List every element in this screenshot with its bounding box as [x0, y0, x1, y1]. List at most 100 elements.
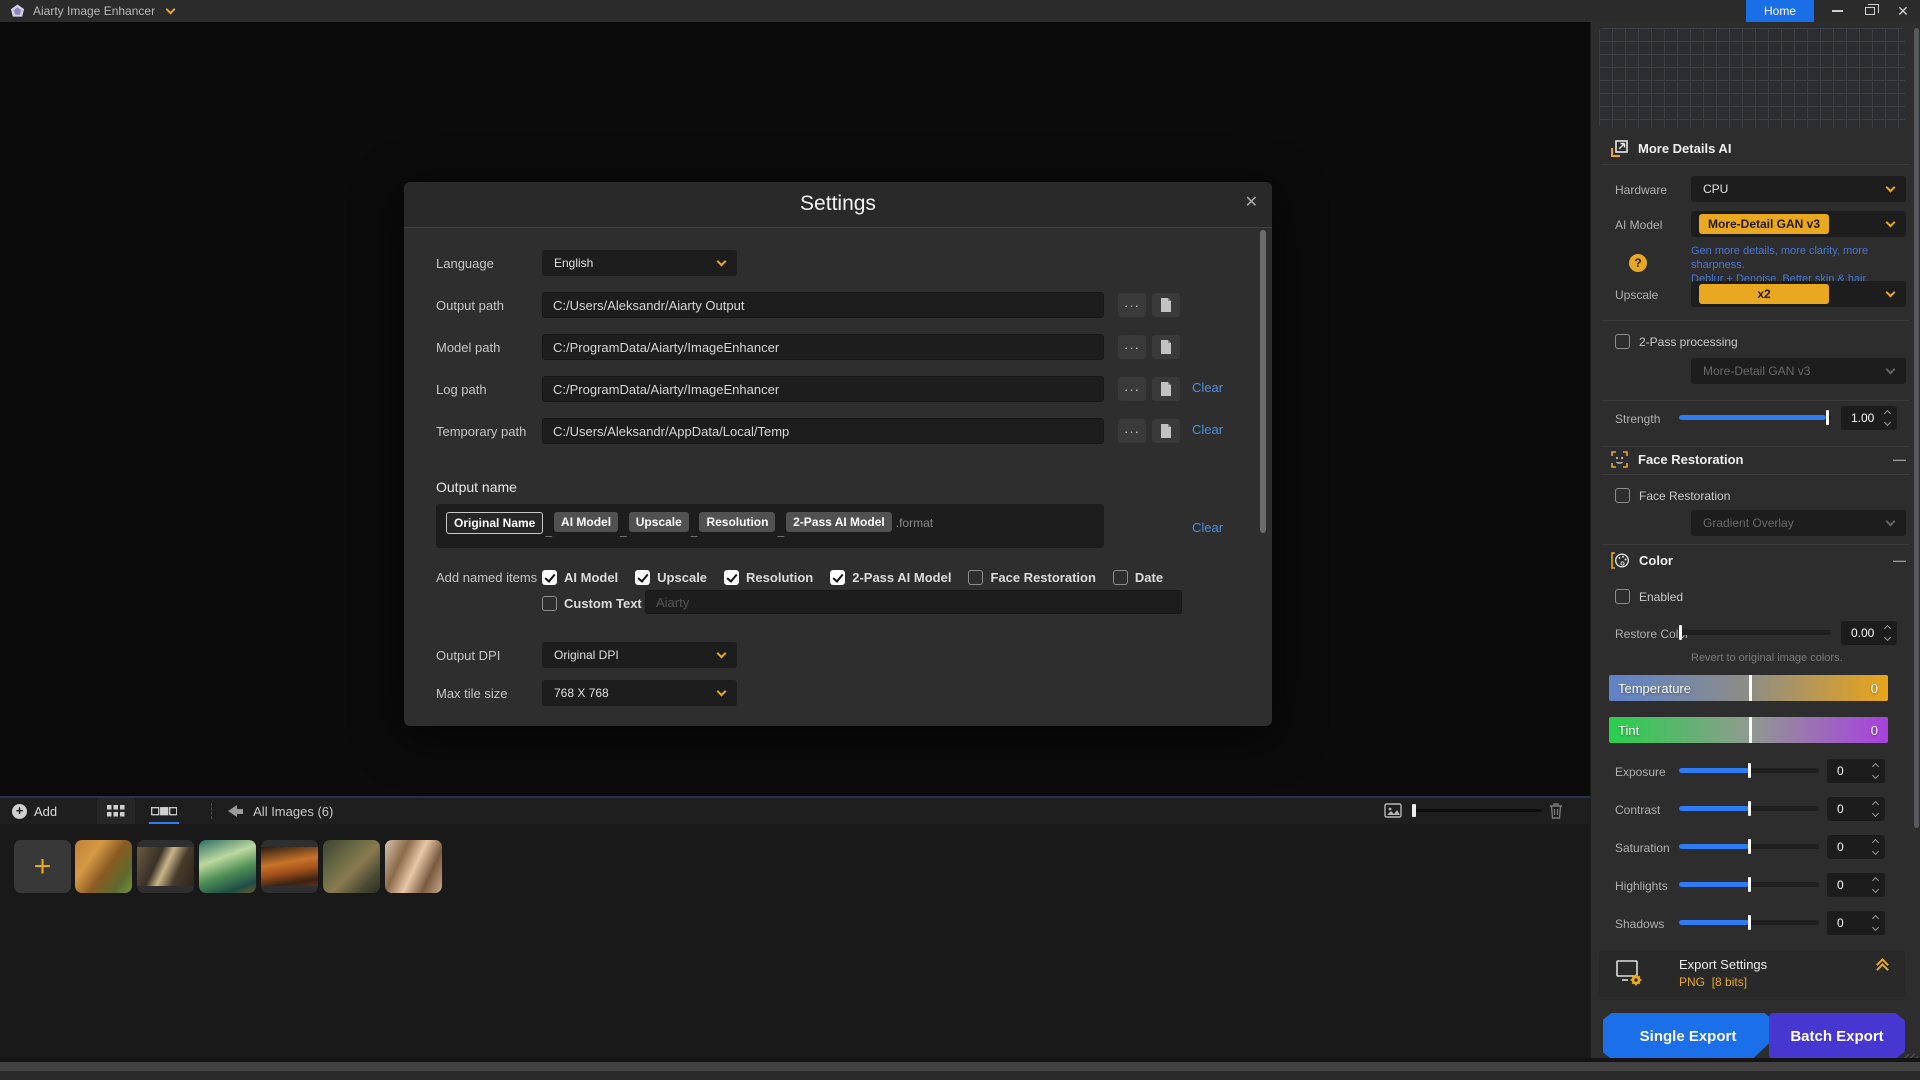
slider-handle[interactable] — [1412, 804, 1416, 817]
slider-handle[interactable] — [1748, 877, 1751, 892]
log-path-clear-link[interactable]: Clear — [1192, 380, 1223, 395]
strength-value[interactable]: 1.00 — [1841, 406, 1897, 430]
option-upscale[interactable]: Upscale — [635, 570, 707, 585]
model-path-input[interactable] — [542, 334, 1104, 360]
thumbnail-size-slider[interactable] — [1412, 809, 1542, 812]
slider-handle[interactable] — [1749, 675, 1752, 701]
face-restoration-checkbox-row[interactable]: Face Restoration — [1615, 488, 1730, 503]
name-chip-ai-model[interactable]: AI Model — [554, 512, 618, 532]
output-path-input[interactable] — [542, 292, 1104, 318]
name-chip-resolution[interactable]: Resolution — [699, 512, 775, 532]
shadows-slider[interactable] — [1679, 920, 1819, 925]
slider-handle[interactable] — [1748, 801, 1751, 816]
contrast-value[interactable]: 0 — [1827, 797, 1885, 821]
strength-slider[interactable] — [1679, 415, 1831, 420]
stepper[interactable] — [1867, 878, 1878, 892]
app-menu-chevron-icon[interactable] — [166, 4, 176, 14]
contrast-slider[interactable] — [1679, 806, 1819, 811]
slider-handle[interactable] — [1748, 839, 1751, 854]
horizontal-scrollbar[interactable] — [0, 1062, 1920, 1071]
add-image-tile[interactable]: + — [14, 840, 71, 893]
exposure-slider[interactable] — [1679, 768, 1819, 773]
ai-model-dropdown[interactable]: More-Detail GAN v3 — [1691, 211, 1906, 237]
option-2pass[interactable]: 2-Pass AI Model — [830, 570, 951, 585]
temp-path-folder-button[interactable] — [1152, 419, 1180, 443]
shadows-value[interactable]: 0 — [1827, 911, 1885, 935]
hardware-dropdown[interactable]: CPU — [1691, 176, 1906, 202]
thumbnail-tiger[interactable] — [75, 840, 132, 893]
saturation-value[interactable]: 0 — [1827, 835, 1885, 859]
stepper[interactable] — [1867, 916, 1878, 930]
temp-path-browse-button[interactable]: ··· — [1118, 419, 1146, 443]
restore-color-value[interactable]: 0.00 — [1841, 621, 1897, 645]
output-path-browse-button[interactable]: ··· — [1118, 293, 1146, 317]
checkbox[interactable] — [635, 570, 650, 585]
option-custom-text[interactable]: Custom Text — [542, 596, 642, 611]
stepper[interactable] — [1867, 802, 1878, 816]
checkbox[interactable] — [830, 570, 845, 585]
output-dpi-dropdown[interactable]: Original DPI — [542, 642, 737, 668]
thumbnail-terrarium-jar[interactable] — [199, 840, 256, 893]
checkbox[interactable] — [542, 596, 557, 611]
expand-up-icon[interactable] — [1878, 964, 1887, 970]
checkbox[interactable] — [1615, 334, 1630, 349]
trash-icon[interactable] — [1548, 802, 1564, 819]
slider-handle[interactable] — [1749, 717, 1752, 743]
highlights-slider[interactable] — [1679, 882, 1819, 887]
maximize-button[interactable] — [1855, 0, 1885, 22]
checkbox[interactable] — [542, 570, 557, 585]
thumbnail-butterfly[interactable] — [137, 840, 194, 893]
log-path-input[interactable] — [542, 376, 1104, 402]
filmstrip-view-button[interactable] — [145, 798, 183, 824]
minimize-button[interactable] — [1822, 0, 1852, 22]
stepper[interactable] — [1867, 840, 1878, 854]
custom-text-input[interactable] — [645, 590, 1182, 614]
slider-handle[interactable] — [1748, 915, 1751, 930]
model-path-folder-button[interactable] — [1152, 335, 1180, 359]
help-question-icon[interactable]: ? — [1629, 254, 1647, 272]
option-resolution[interactable]: Resolution — [724, 570, 813, 585]
exposure-value[interactable]: 0 — [1827, 759, 1885, 783]
highlights-value[interactable]: 0 — [1827, 873, 1885, 897]
log-path-folder-button[interactable] — [1152, 377, 1180, 401]
language-dropdown[interactable]: English — [542, 250, 737, 276]
name-chip-2pass[interactable]: 2-Pass AI Model — [786, 512, 892, 532]
model-path-browse-button[interactable]: ··· — [1118, 335, 1146, 359]
thumbnail-burger[interactable] — [261, 840, 318, 893]
two-pass-checkbox-row[interactable]: 2-Pass processing — [1615, 334, 1738, 349]
checkbox[interactable] — [1615, 589, 1630, 604]
checkbox[interactable] — [1615, 488, 1630, 503]
home-button[interactable]: Home — [1746, 0, 1814, 22]
option-ai-model[interactable]: AI Model — [542, 570, 618, 585]
sidebar-scrollbar[interactable] — [1914, 28, 1919, 828]
color-enabled-checkbox-row[interactable]: Enabled — [1615, 589, 1683, 604]
restore-color-slider[interactable] — [1679, 630, 1831, 635]
batch-export-button[interactable]: Batch Export — [1769, 1013, 1905, 1059]
export-settings-panel[interactable]: Export Settings PNG [8 bits] — [1599, 951, 1905, 997]
back-arrow-icon[interactable] — [228, 805, 243, 817]
output-path-folder-button[interactable] — [1152, 293, 1180, 317]
log-path-browse-button[interactable]: ··· — [1118, 377, 1146, 401]
grid-view-button[interactable] — [97, 798, 135, 824]
temp-path-clear-link[interactable]: Clear — [1192, 422, 1223, 437]
temp-path-input[interactable] — [542, 418, 1104, 444]
dialog-scrollbar[interactable] — [1260, 230, 1266, 533]
dialog-close-icon[interactable]: ✕ — [1245, 192, 1258, 212]
slider-handle[interactable] — [1679, 625, 1682, 640]
slider-handle[interactable] — [1748, 763, 1751, 778]
thumbnail-armored-dog[interactable] — [323, 840, 380, 893]
upscale-dropdown[interactable]: x2 — [1691, 281, 1906, 307]
option-date[interactable]: Date — [1113, 570, 1163, 585]
output-name-pattern-box[interactable]: Original Name _ AI Model _ Upscale _ Res… — [436, 504, 1104, 548]
output-name-clear-link[interactable]: Clear — [1192, 520, 1223, 535]
saturation-slider[interactable] — [1679, 844, 1819, 849]
checkbox[interactable] — [968, 570, 983, 585]
single-export-button[interactable]: Single Export — [1603, 1013, 1773, 1059]
stepper[interactable] — [1879, 626, 1890, 640]
option-face-restoration[interactable]: Face Restoration — [968, 570, 1095, 585]
temperature-slider[interactable]: Temperature 0 — [1609, 675, 1888, 701]
checkbox[interactable] — [1113, 570, 1128, 585]
name-chip-upscale[interactable]: Upscale — [629, 512, 689, 532]
max-tile-dropdown[interactable]: 768 X 768 — [542, 680, 737, 706]
collapse-icon[interactable]: — — [1893, 553, 1906, 568]
